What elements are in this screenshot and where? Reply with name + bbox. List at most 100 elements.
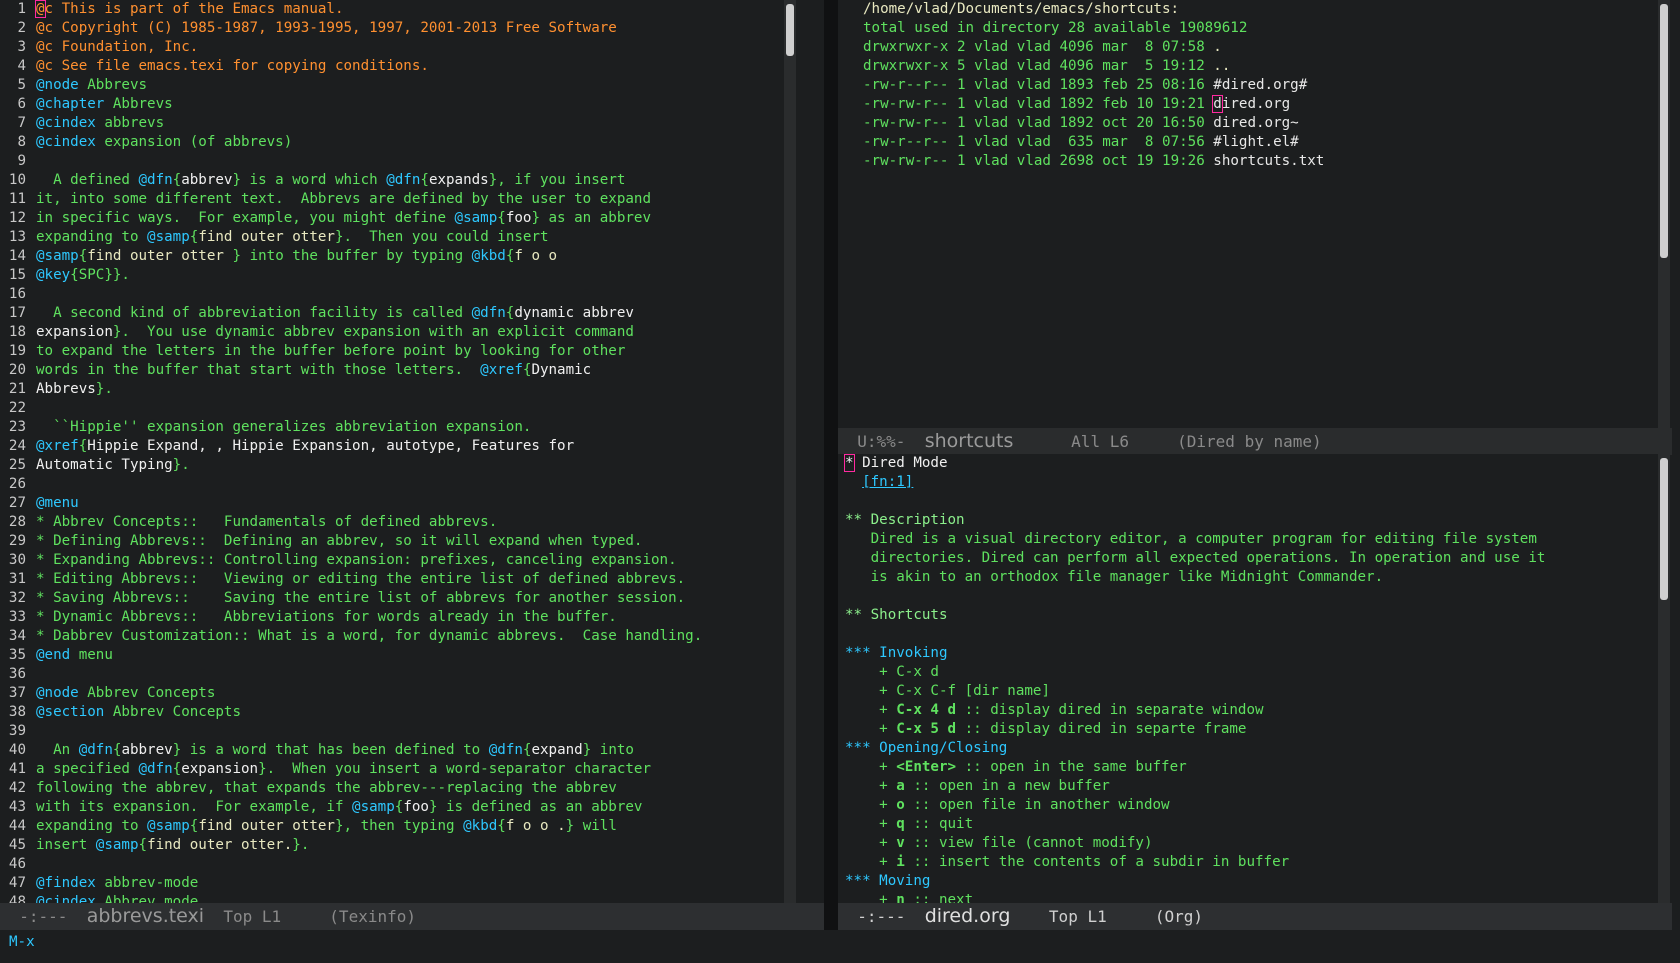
modeline-buffer-name[interactable]: abbrevs.texi — [87, 905, 204, 927]
code-line[interactable]: 29 * Defining Abbrevs:: Defining an abbre… — [0, 532, 820, 551]
dired-file-entry[interactable]: -rw-r--r-- 1 vlad vlad 635 mar 8 07:56 #… — [838, 133, 1658, 152]
dired-scrollbar-thumb[interactable] — [1660, 4, 1668, 258]
modeline-buffer-name[interactable]: dired.org — [925, 905, 1011, 927]
dired-filename[interactable]: dired.org — [1212, 95, 1290, 113]
code-line[interactable]: 23 ``Hippie'' expansion generalizes abbr… — [0, 418, 820, 437]
code-line[interactable]: 42 following the abbrev, that expands the… — [0, 779, 820, 798]
code-line[interactable]: 21 Abbrevs}. — [0, 380, 820, 399]
dired-file-entry[interactable]: -rw-r--r-- 1 vlad vlad 1893 feb 25 08:16… — [838, 76, 1658, 95]
code-line[interactable]: 33 * Dynamic Abbrevs:: Abbreviations for … — [0, 608, 820, 627]
modeline-mode[interactable]: (Org) — [1155, 907, 1203, 926]
code-line[interactable]: 18 expansion}. You use dynamic abbrev exp… — [0, 323, 820, 342]
dired-file-entry[interactable]: -rw-rw-r-- 1 vlad vlad 1892 oct 20 16:50… — [838, 114, 1658, 133]
org-line[interactable]: + v :: view file (cannot modify) — [838, 834, 1658, 853]
dired-filename[interactable]: . — [1213, 39, 1222, 55]
code-line[interactable]: 5 @node Abbrevs — [0, 76, 820, 95]
code-line[interactable]: 14 @samp{find outer otter } into the buff… — [0, 247, 820, 266]
dired-filename[interactable]: dired.org~ — [1213, 115, 1298, 131]
code-line[interactable]: 30 * Expanding Abbrevs:: Controlling expa… — [0, 551, 820, 570]
dired-file-entry[interactable]: -rw-rw-r-- 1 vlad vlad 2698 oct 19 19:26… — [838, 152, 1658, 171]
org-scrollbar[interactable] — [1658, 454, 1670, 903]
code-line[interactable]: 43 with its expansion. For example, if @s… — [0, 798, 820, 817]
code-line[interactable]: 20 words in the buffer that start with th… — [0, 361, 820, 380]
org-line[interactable]: + o :: open file in another window — [838, 796, 1658, 815]
code-line[interactable]: 3 @c Foundation, Inc. — [0, 38, 820, 57]
dired-filename[interactable]: #dired.org# — [1213, 77, 1307, 93]
code-line[interactable]: 2 @c Copyright (C) 1985-1987, 1993-1995, … — [0, 19, 820, 38]
code-line[interactable]: 8 @cindex expansion (of abbrevs) — [0, 133, 820, 152]
org-line[interactable]: *** Opening/Closing — [838, 739, 1658, 758]
code-line[interactable]: 16 — [0, 285, 820, 304]
minibuffer[interactable]: M-x — [9, 934, 35, 950]
dired-filename[interactable]: .. — [1213, 58, 1230, 74]
code-line[interactable]: 4 @c See file emacs.texi for copying cond… — [0, 57, 820, 76]
code-line[interactable]: 32 * Saving Abbrevs:: Saving the entire l… — [0, 589, 820, 608]
dired-scrollbar[interactable] — [1658, 0, 1670, 428]
org-line[interactable]: Dired is a visual directory editor, a co… — [838, 530, 1658, 549]
org-line[interactable]: + C-x d — [838, 663, 1658, 682]
code-line[interactable]: 6 @chapter Abbrevs — [0, 95, 820, 114]
modeline-mode[interactable]: (Dired by name) — [1177, 432, 1322, 451]
org-line[interactable]: * Dired Mode — [838, 454, 1658, 473]
code-line[interactable]: 39 — [0, 722, 820, 741]
org-line[interactable]: + C-x 5 d :: display dired in separte fr… — [838, 720, 1658, 739]
code-line[interactable]: 19 to expand the letters in the buffer be… — [0, 342, 820, 361]
org-line[interactable]: is akin to an orthodox file manager like… — [838, 568, 1658, 587]
org-buffer[interactable]: * Dired Mode [fn:1] ** Description Dired … — [838, 454, 1658, 903]
dired-filename[interactable]: #light.el# — [1213, 134, 1298, 150]
code-line[interactable]: 22 — [0, 399, 820, 418]
code-line[interactable]: 26 — [0, 475, 820, 494]
modeline-mode[interactable]: (Texinfo) — [329, 907, 416, 926]
org-line[interactable]: + C-x 4 d :: display dired in separate w… — [838, 701, 1658, 720]
code-line[interactable]: 48 @cindex Abbrev mode — [0, 893, 820, 903]
dired-file-entry[interactable]: drwxrwxr-x 5 vlad vlad 4096 mar 5 19:12 … — [838, 57, 1658, 76]
org-line[interactable]: *** Moving — [838, 872, 1658, 891]
org-line[interactable]: [fn:1] — [838, 473, 1658, 492]
org-line[interactable] — [838, 587, 1658, 606]
org-line[interactable] — [838, 625, 1658, 644]
org-line[interactable]: ** Shortcuts — [838, 606, 1658, 625]
org-line[interactable] — [838, 492, 1658, 511]
code-line[interactable]: 45 insert @samp{find outer otter.}. — [0, 836, 820, 855]
code-line[interactable]: 37 @node Abbrev Concepts — [0, 684, 820, 703]
code-line[interactable]: 31 * Editing Abbrevs:: Viewing or editing… — [0, 570, 820, 589]
org-line[interactable]: + a :: open in a new buffer — [838, 777, 1658, 796]
code-line[interactable]: 25 Automatic Typing}. — [0, 456, 820, 475]
org-scrollbar-thumb[interactable] — [1660, 458, 1668, 600]
org-line[interactable]: *** Invoking — [838, 644, 1658, 663]
code-line[interactable]: 10 A defined @dfn{abbrev} is a word whic… — [0, 171, 820, 190]
modeline-buffer-name[interactable]: shortcuts — [925, 430, 1014, 452]
footnote-link[interactable]: [fn:1] — [862, 474, 913, 490]
code-line[interactable]: 27 @menu — [0, 494, 820, 513]
org-line[interactable]: directories. Dired can perform all expec… — [838, 549, 1658, 568]
code-line[interactable]: 24 @xref{Hippie Expand, , Hippie Expansio… — [0, 437, 820, 456]
code-line[interactable]: 1 @c This is part of the Emacs manual. — [0, 0, 820, 19]
code-line[interactable]: 9 — [0, 152, 820, 171]
org-line[interactable]: + <Enter> :: open in the same buffer — [838, 758, 1658, 777]
code-line[interactable]: 13 expanding to @samp{find outer otter}. … — [0, 228, 820, 247]
left-scrollbar-thumb[interactable] — [786, 4, 794, 56]
code-line[interactable]: 47 @findex abbrev-mode — [0, 874, 820, 893]
left-scrollbar[interactable] — [784, 0, 796, 903]
org-line[interactable]: ** Description — [838, 511, 1658, 530]
code-line[interactable]: 46 — [0, 855, 820, 874]
code-line[interactable]: 17 A second kind of abbreviation facilit… — [0, 304, 820, 323]
code-line[interactable]: 41 a specified @dfn{expansion}. When you … — [0, 760, 820, 779]
org-line[interactable]: + i :: insert the contents of a subdir i… — [838, 853, 1658, 872]
org-line[interactable]: + n :: next — [838, 891, 1658, 903]
code-line[interactable]: 28 * Abbrev Concepts:: Fundamentals of de… — [0, 513, 820, 532]
dired-filename[interactable]: shortcuts.txt — [1213, 153, 1324, 169]
code-line[interactable]: 38 @section Abbrev Concepts — [0, 703, 820, 722]
code-line[interactable]: 12 in specific ways. For example, you mig… — [0, 209, 820, 228]
texinfo-buffer[interactable]: 1 @c This is part of the Emacs manual. 2 @c… — [0, 0, 820, 903]
dired-file-entry[interactable]: drwxrwxr-x 2 vlad vlad 4096 mar 8 07:58 … — [838, 38, 1658, 57]
org-line[interactable]: + q :: quit — [838, 815, 1658, 834]
code-line[interactable]: 34 * Dabbrev Customization:: What is a wo… — [0, 627, 820, 646]
code-line[interactable]: 40 An @dfn{abbrev} is a word that has be… — [0, 741, 820, 760]
org-line[interactable]: + C-x C-f [dir name] — [838, 682, 1658, 701]
code-line[interactable]: 7 @cindex abbrevs — [0, 114, 820, 133]
code-line[interactable]: 15 @key{SPC}}. — [0, 266, 820, 285]
dired-buffer[interactable]: /home/vlad/Documents/emacs/shortcuts: to… — [838, 0, 1658, 428]
dired-file-entry[interactable]: -rw-rw-r-- 1 vlad vlad 1892 feb 10 19:21… — [838, 95, 1658, 114]
code-line[interactable]: 35 @end menu — [0, 646, 820, 665]
